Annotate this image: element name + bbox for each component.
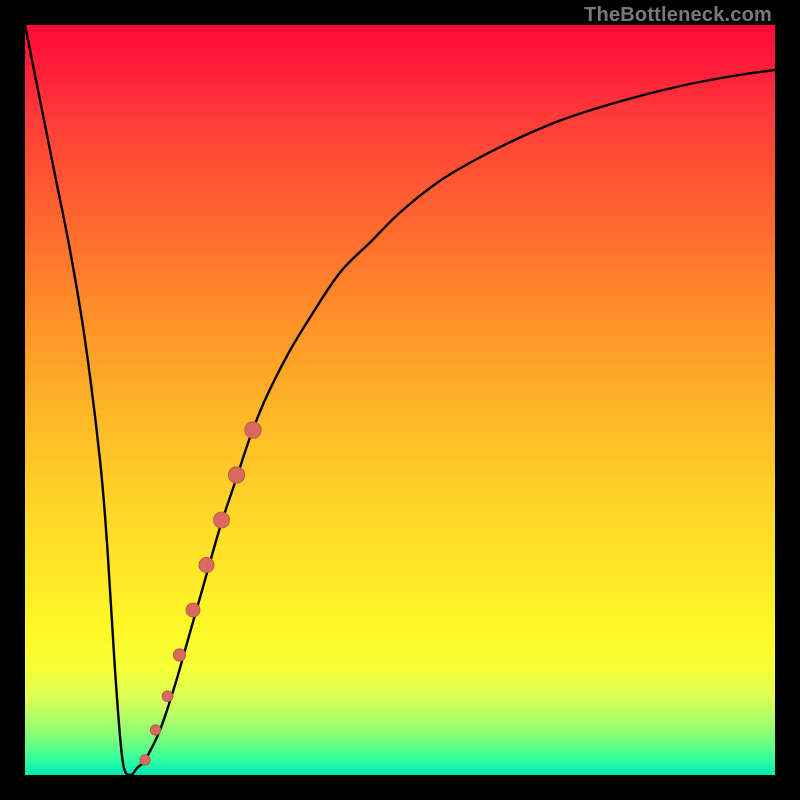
attribution-label: TheBottleneck.com [584, 4, 772, 27]
bottleneck-curve [25, 25, 775, 775]
chart-frame: TheBottleneck.com [0, 0, 800, 800]
data-marker [214, 512, 230, 528]
data-marker [245, 422, 261, 438]
data-marker [150, 725, 160, 735]
data-marker [186, 603, 200, 617]
data-marker [140, 755, 150, 765]
plot-area [25, 25, 775, 775]
curve-layer [25, 25, 775, 775]
data-marker [173, 649, 185, 661]
data-marker [199, 557, 214, 572]
data-marker [228, 467, 244, 483]
data-marker [162, 691, 173, 702]
